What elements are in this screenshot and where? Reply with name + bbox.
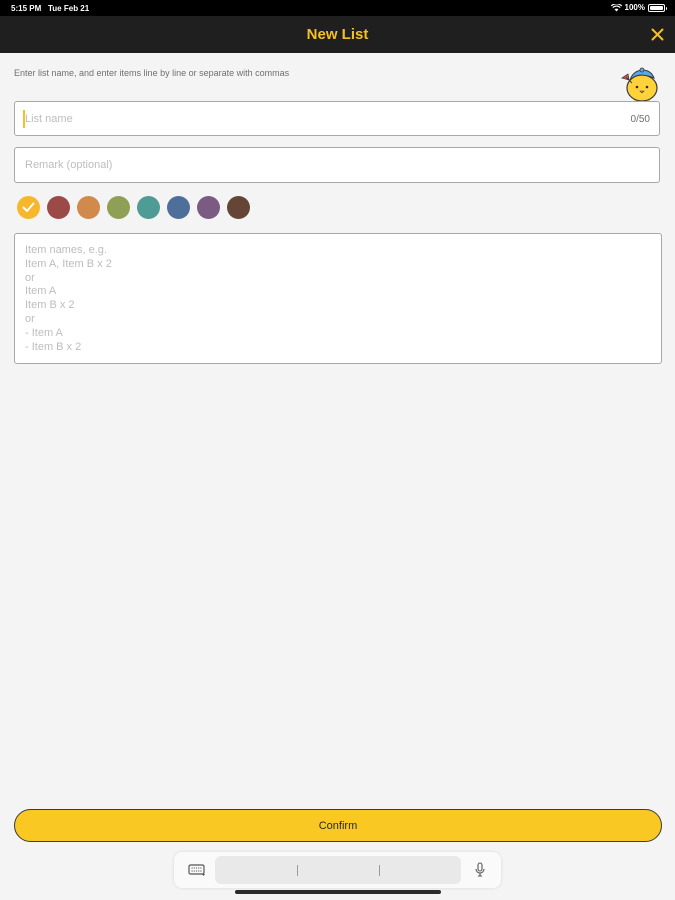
status-time: 5:15 PM bbox=[11, 4, 42, 13]
instructions-text: Enter list name, and enter items line by… bbox=[14, 68, 290, 78]
keyboard-icon[interactable] bbox=[188, 863, 207, 877]
prediction-divider bbox=[379, 865, 380, 876]
items-placeholder-line: or bbox=[25, 312, 35, 325]
color-picker bbox=[17, 196, 250, 219]
items-placeholder-line: Item names, e.g. bbox=[25, 244, 107, 256]
prediction-divider bbox=[297, 865, 298, 876]
home-indicator bbox=[235, 890, 441, 894]
status-right: 100% bbox=[610, 3, 667, 12]
close-button[interactable] bbox=[647, 24, 667, 44]
status-date: Tue Feb 21 bbox=[48, 4, 90, 13]
battery-icon bbox=[648, 3, 667, 12]
mascot-illustration bbox=[621, 67, 658, 105]
items-placeholder-line: - Item B x 2 bbox=[25, 340, 82, 353]
items-textarea[interactable]: Item names, e.g. Item A, Item B x 2 or Item… bbox=[14, 233, 662, 364]
items-placeholder-line: Item A, Item B x 2 bbox=[25, 257, 112, 270]
nav-bar: New List bbox=[0, 16, 675, 53]
items-placeholder-line: or bbox=[25, 271, 35, 284]
color-swatch-brown[interactable] bbox=[227, 196, 250, 219]
color-swatch-blue[interactable] bbox=[167, 196, 190, 219]
color-swatch-teal[interactable] bbox=[137, 196, 160, 219]
checkmark-icon bbox=[22, 202, 35, 212]
color-swatch-purple[interactable] bbox=[197, 196, 220, 219]
items-placeholder-line: Item A bbox=[25, 285, 57, 298]
remark-input[interactable]: Remark (optional) bbox=[14, 147, 660, 183]
list-name-placeholder: List name bbox=[25, 113, 73, 125]
keyboard-shortcut-bar bbox=[174, 852, 501, 888]
items-placeholder-line: Item B x 2 bbox=[25, 299, 75, 312]
list-name-input[interactable]: List name 0/50 bbox=[14, 101, 660, 136]
status-bar: 5:15 PM Tue Feb 21 100% bbox=[0, 0, 675, 16]
remark-placeholder: Remark (optional) bbox=[25, 159, 113, 171]
confirm-button[interactable]: Confirm bbox=[14, 809, 662, 842]
character-counter: 0/50 bbox=[630, 114, 650, 125]
items-placeholder: Item names, e.g. Item A, Item B x 2 or Item… bbox=[25, 244, 112, 354]
microphone-icon[interactable] bbox=[474, 862, 486, 878]
color-swatch-orange[interactable] bbox=[77, 196, 100, 219]
color-swatch-olive[interactable] bbox=[107, 196, 130, 219]
wifi-icon bbox=[610, 3, 622, 11]
color-swatch-yellow[interactable] bbox=[17, 196, 40, 219]
items-placeholder-line: - Item A bbox=[25, 326, 63, 339]
prediction-bar[interactable] bbox=[215, 856, 461, 884]
page-title: New List bbox=[306, 26, 369, 43]
battery-percent: 100% bbox=[624, 3, 645, 12]
close-icon bbox=[651, 28, 663, 40]
color-swatch-red[interactable] bbox=[47, 196, 70, 219]
